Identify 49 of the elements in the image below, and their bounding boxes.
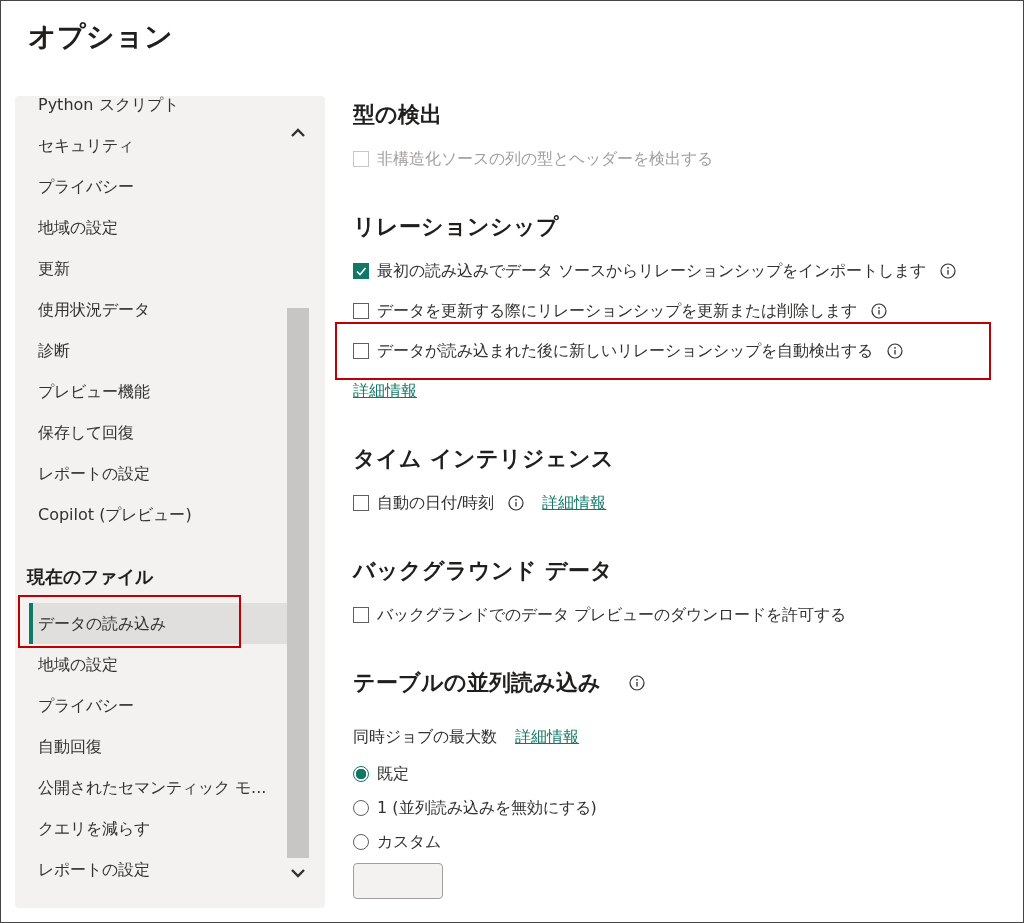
sidebar-item[interactable]: クエリを減らす bbox=[29, 808, 287, 849]
field-label: 同時ジョブの最大数 bbox=[353, 726, 497, 748]
section-heading: テーブルの並列読み込み bbox=[353, 669, 601, 697]
sidebar-item[interactable]: 更新 bbox=[29, 248, 287, 289]
section-heading: タイム インテリジェンス bbox=[353, 445, 614, 473]
checkmark-icon bbox=[355, 265, 367, 277]
input-field[interactable] bbox=[353, 863, 443, 899]
section-heading: バックグラウンド データ bbox=[353, 557, 613, 585]
checkbox[interactable] bbox=[353, 607, 369, 623]
learn-more-link[interactable]: 詳細情報 bbox=[353, 380, 417, 402]
checkbox[interactable] bbox=[353, 343, 369, 359]
checkbox-label: 自動の日付/時刻 bbox=[377, 492, 495, 514]
checkbox-label: データが読み込まれた後に新しいリレーションシップを自動検出する bbox=[377, 340, 873, 362]
radio-button[interactable] bbox=[353, 766, 369, 782]
section-heading: 型の検出 bbox=[353, 101, 442, 129]
sidebar-item[interactable]: レポートの設定 bbox=[29, 453, 287, 494]
checkbox-label: バックグランドでのデータ プレビューのダウンロードを許可する bbox=[377, 604, 847, 626]
checkbox[interactable] bbox=[353, 263, 369, 279]
checkbox-label: 非構造化ソースの列の型とヘッダーを検出する bbox=[377, 148, 713, 170]
sidebar-item[interactable]: 診断 bbox=[29, 330, 287, 371]
radio-label: カスタム bbox=[377, 831, 441, 853]
learn-more-link[interactable]: 詳細情報 bbox=[515, 726, 579, 748]
checkbox-label: データを更新する際にリレーションシップを更新または削除します bbox=[377, 300, 857, 322]
section-heading: リレーションシップ bbox=[353, 213, 559, 241]
window-title: オプション bbox=[27, 19, 174, 55]
checkbox-label: 最初の読み込みでデータ ソースからリレーションシップをインポートします bbox=[377, 260, 927, 282]
sidebar-item[interactable]: レポートの設定 bbox=[29, 849, 287, 890]
checkbox[interactable] bbox=[353, 495, 369, 511]
chevron-down-icon bbox=[290, 868, 306, 878]
sidebar-item[interactable]: 使用状況データ bbox=[29, 289, 287, 330]
sidebar-item[interactable]: プライバシー bbox=[29, 685, 287, 726]
sidebar-item[interactable]: 保存して回復 bbox=[29, 412, 287, 453]
sidebar-item[interactable]: セキュリティ bbox=[29, 125, 287, 166]
radio-label: 1 (並列読み込みを無効にする) bbox=[377, 797, 597, 819]
sidebar-item[interactable]: 地域の設定 bbox=[29, 207, 287, 248]
sidebar-heading: 現在のファイル bbox=[27, 565, 155, 589]
checkbox[interactable] bbox=[353, 303, 369, 319]
sidebar-item[interactable]: データの読み込み bbox=[29, 603, 287, 644]
sidebar-item[interactable]: 地域の設定 bbox=[29, 644, 287, 685]
sidebar-item[interactable]: 自動回復 bbox=[29, 726, 287, 767]
sidebar-item[interactable]: プライバシー bbox=[29, 166, 287, 207]
sidebar-item[interactable]: プレビュー機能 bbox=[29, 371, 287, 412]
radio-label: 既定 bbox=[377, 763, 409, 785]
sidebar-item[interactable]: 公開されたセマンティック モ... bbox=[29, 767, 287, 808]
chevron-up-icon bbox=[290, 128, 306, 138]
scrollbar-thumb[interactable] bbox=[287, 308, 309, 858]
sidebar-item[interactable]: Python スクリプト bbox=[29, 96, 287, 125]
sidebar-item[interactable]: Copilot (プレビュー) bbox=[29, 494, 287, 535]
learn-more-link[interactable]: 詳細情報 bbox=[542, 492, 607, 514]
